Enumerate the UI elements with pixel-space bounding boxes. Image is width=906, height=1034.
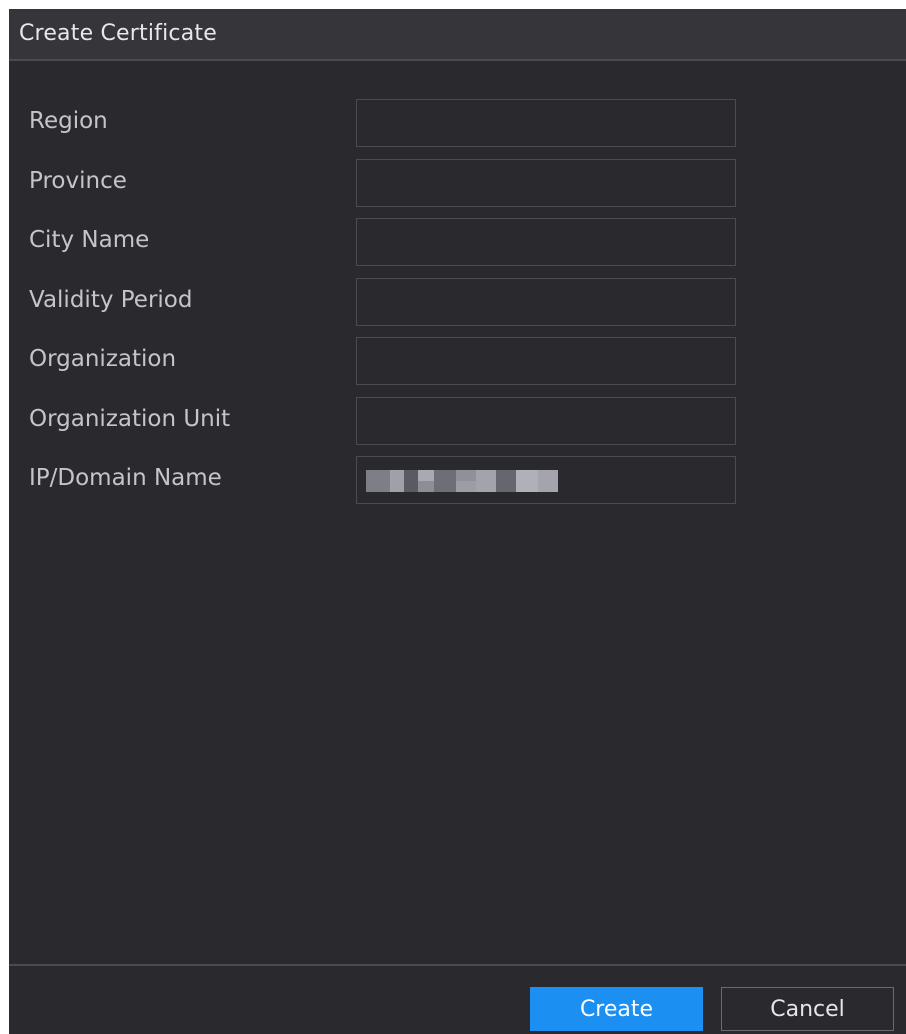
ip-domain-name-input[interactable] <box>356 456 736 504</box>
organization-unit-input[interactable] <box>356 397 736 445</box>
organization-unit-label: Organization Unit <box>29 406 231 432</box>
organization-input[interactable] <box>356 337 736 385</box>
province-label: Province <box>29 168 127 194</box>
form-row-city-name: City Name <box>9 218 906 268</box>
city-name-input[interactable] <box>356 218 736 266</box>
city-name-label: City Name <box>29 227 150 253</box>
form-row-region: Region <box>9 99 906 149</box>
form-row-organization: Organization <box>9 337 906 387</box>
region-label: Region <box>29 108 108 134</box>
form-row-ip-domain-name: IP/Domain Name <box>9 456 906 506</box>
create-button[interactable]: Create <box>530 987 703 1031</box>
dialog-titlebar: Create Certificate <box>9 9 906 61</box>
form-row-province: Province <box>9 159 906 209</box>
footer-divider <box>9 964 906 966</box>
form-row-validity-period: Validity Period <box>9 278 906 328</box>
region-input[interactable] <box>356 99 736 147</box>
validity-period-label: Validity Period <box>29 287 193 313</box>
province-input[interactable] <box>356 159 736 207</box>
form-row-organization-unit: Organization Unit <box>9 397 906 447</box>
validity-period-input[interactable] <box>356 278 736 326</box>
cancel-button[interactable]: Cancel <box>721 987 894 1031</box>
create-certificate-dialog: Create Certificate Region Province City … <box>9 9 906 1034</box>
dialog-title: Create Certificate <box>19 21 217 46</box>
ip-domain-name-label: IP/Domain Name <box>29 465 222 491</box>
organization-label: Organization <box>29 346 177 372</box>
